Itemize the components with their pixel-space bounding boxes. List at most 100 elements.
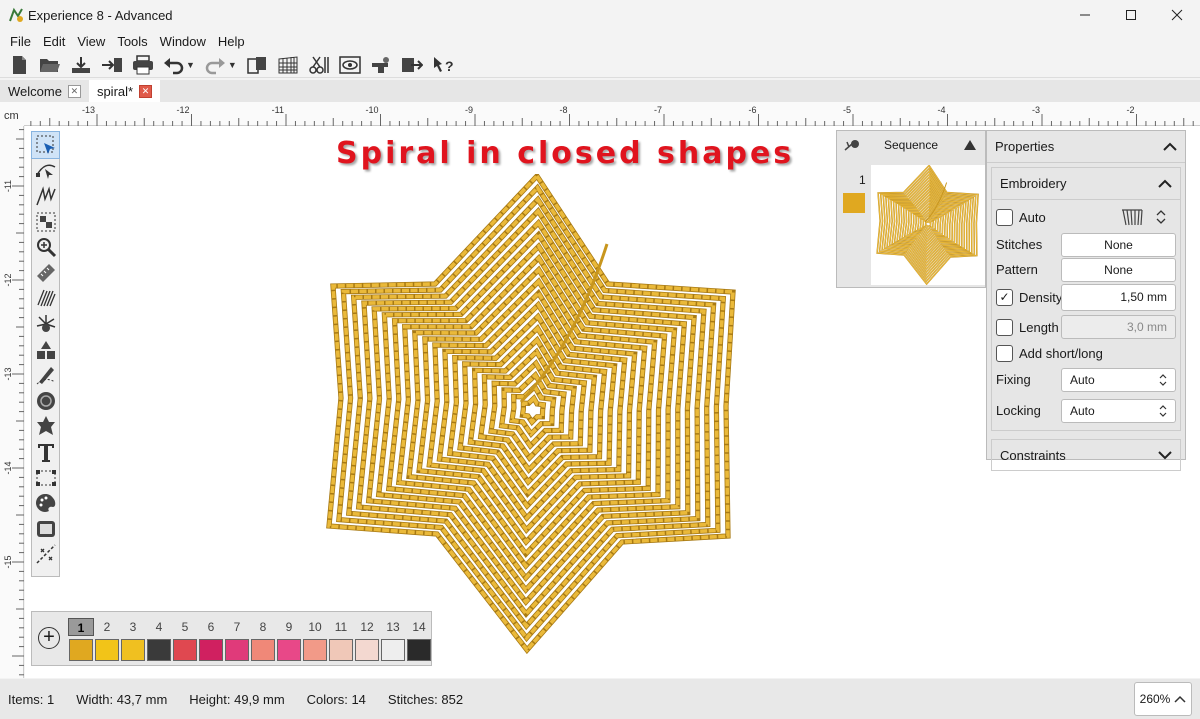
- locking-value: Auto: [1070, 403, 1095, 418]
- circle-tool[interactable]: [32, 388, 59, 414]
- redo-button[interactable]: [203, 54, 228, 76]
- undo-button[interactable]: [161, 54, 186, 76]
- short-long-checkbox[interactable]: [996, 344, 1013, 362]
- close-tab-icon[interactable]: ✕: [67, 84, 81, 98]
- swatch-color: [173, 639, 197, 661]
- length-input[interactable]: 3,0 mm: [1061, 315, 1176, 339]
- color-swatch-5[interactable]: 5: [172, 618, 198, 661]
- preview-button[interactable]: [338, 54, 363, 76]
- redo-dropdown-icon[interactable]: ▼: [228, 60, 237, 70]
- density-input[interactable]: 1,50 mm: [1061, 283, 1176, 311]
- star-tool[interactable]: [32, 414, 59, 440]
- collapse-up-icon[interactable]: [963, 139, 977, 151]
- reference-line-tool[interactable]: [32, 542, 59, 568]
- minimize-icon: [1080, 14, 1090, 16]
- stitch-type-tool[interactable]: [32, 183, 59, 209]
- hoop-tool[interactable]: [32, 516, 59, 542]
- bezier-tool[interactable]: [32, 465, 59, 491]
- properties-header[interactable]: Properties: [987, 131, 1185, 163]
- star-burst-tool[interactable]: [32, 311, 59, 337]
- undo-icon: [163, 57, 183, 74]
- shapes-tool[interactable]: [32, 337, 59, 363]
- color-swatch-2[interactable]: 2: [94, 618, 120, 661]
- cut-button[interactable]: [307, 54, 332, 76]
- stitch-pattern-icon[interactable]: [1120, 207, 1144, 227]
- locking-select[interactable]: Auto: [1061, 398, 1176, 423]
- grid-button[interactable]: [276, 54, 301, 76]
- close-button[interactable]: [1154, 0, 1200, 30]
- menu-window[interactable]: Window: [154, 34, 212, 49]
- density-checkbox[interactable]: ✓: [996, 288, 1013, 306]
- select-tool[interactable]: [31, 131, 60, 159]
- chevron-up-icon: [1158, 179, 1172, 188]
- undo-dropdown-icon[interactable]: ▼: [186, 60, 195, 70]
- new-file-button[interactable]: [6, 54, 31, 76]
- color-swatch-12[interactable]: 12: [354, 618, 380, 661]
- print-button[interactable]: [130, 54, 155, 76]
- spiral-rings: [876, 164, 979, 286]
- save-button[interactable]: [68, 54, 93, 76]
- paste-button[interactable]: [245, 54, 270, 76]
- zoom-control[interactable]: 260%: [1134, 682, 1192, 716]
- transfer-button[interactable]: [400, 54, 425, 76]
- vertical-ruler[interactable]: -11 -12 -13 -14 -15: [0, 126, 24, 678]
- swatch-number: 8: [259, 620, 267, 634]
- maximize-icon: [1126, 10, 1136, 20]
- add-color-button[interactable]: +: [38, 627, 60, 649]
- ruler-label: -13: [3, 367, 13, 380]
- swatch-color: [277, 639, 301, 661]
- tab-welcome[interactable]: Welcome ✕: [0, 80, 89, 102]
- fixing-label: Fixing: [996, 372, 1031, 387]
- menu-tools[interactable]: Tools: [111, 34, 153, 49]
- pattern-fill-tool[interactable]: [32, 209, 59, 235]
- color-swatch-8[interactable]: 8: [250, 618, 276, 661]
- menu-help[interactable]: Help: [212, 34, 251, 49]
- color-palette-tool[interactable]: [32, 490, 59, 516]
- color-swatch-13[interactable]: 13: [380, 618, 406, 661]
- measure-tool[interactable]: [32, 260, 59, 286]
- constraints-header[interactable]: Constraints: [992, 440, 1180, 470]
- sequence-header[interactable]: Sequence: [837, 131, 985, 159]
- menu-edit[interactable]: Edit: [37, 34, 71, 49]
- open-file-button[interactable]: [37, 54, 62, 76]
- node-edit-tool[interactable]: [32, 158, 59, 184]
- color-swatch-3[interactable]: 3: [120, 618, 146, 661]
- color-swatch-14[interactable]: 14: [406, 618, 432, 661]
- stitches-dropdown[interactable]: None: [1061, 232, 1176, 257]
- text-tool[interactable]: [32, 439, 59, 465]
- maximize-button[interactable]: [1108, 0, 1154, 30]
- swatch-number: 5: [181, 620, 189, 634]
- sequence-item-color[interactable]: [843, 193, 865, 213]
- horizontal-ruler[interactable]: -13 -12 -11 -10 -9 -8 -7 -6 -5 -4 -3 -2: [24, 102, 1200, 126]
- sequence-item-thumbnail[interactable]: [871, 164, 985, 286]
- help-pointer-button[interactable]: ?: [431, 54, 456, 76]
- spinner-updown-icon[interactable]: [1156, 210, 1166, 224]
- close-tab-icon[interactable]: ✕: [139, 84, 153, 98]
- pattern-dropdown[interactable]: None: [1061, 257, 1176, 282]
- spiral-star-design[interactable]: [325, 174, 740, 654]
- embroidery-header[interactable]: Embroidery: [992, 168, 1180, 200]
- menu-view[interactable]: View: [71, 34, 111, 49]
- preview-icon: [339, 55, 362, 74]
- pen-tool[interactable]: [32, 362, 59, 388]
- color-swatch-1[interactable]: 1: [68, 618, 94, 661]
- menu-file[interactable]: File: [4, 34, 37, 49]
- color-swatch-4[interactable]: 4: [146, 618, 172, 661]
- sequence-pin-icon[interactable]: [843, 138, 861, 152]
- zoom-tool[interactable]: [32, 234, 59, 260]
- fixing-select[interactable]: Auto: [1061, 367, 1176, 392]
- color-swatch-11[interactable]: 11: [328, 618, 354, 661]
- color-swatch-10[interactable]: 10: [302, 618, 328, 661]
- machine-button[interactable]: [369, 54, 394, 76]
- density-tool[interactable]: [32, 286, 59, 312]
- auto-checkbox[interactable]: [996, 208, 1013, 226]
- design-title-text[interactable]: Spiral in closed shapes: [336, 136, 794, 171]
- tab-spiral[interactable]: spiral* ✕: [88, 80, 161, 102]
- export-button[interactable]: [99, 54, 124, 76]
- color-swatch-7[interactable]: 7: [224, 618, 250, 661]
- length-checkbox[interactable]: [996, 318, 1013, 336]
- color-swatch-6[interactable]: 6: [198, 618, 224, 661]
- color-swatch-9[interactable]: 9: [276, 618, 302, 661]
- minimize-button[interactable]: [1062, 0, 1108, 30]
- fixing-value: Auto: [1070, 372, 1095, 387]
